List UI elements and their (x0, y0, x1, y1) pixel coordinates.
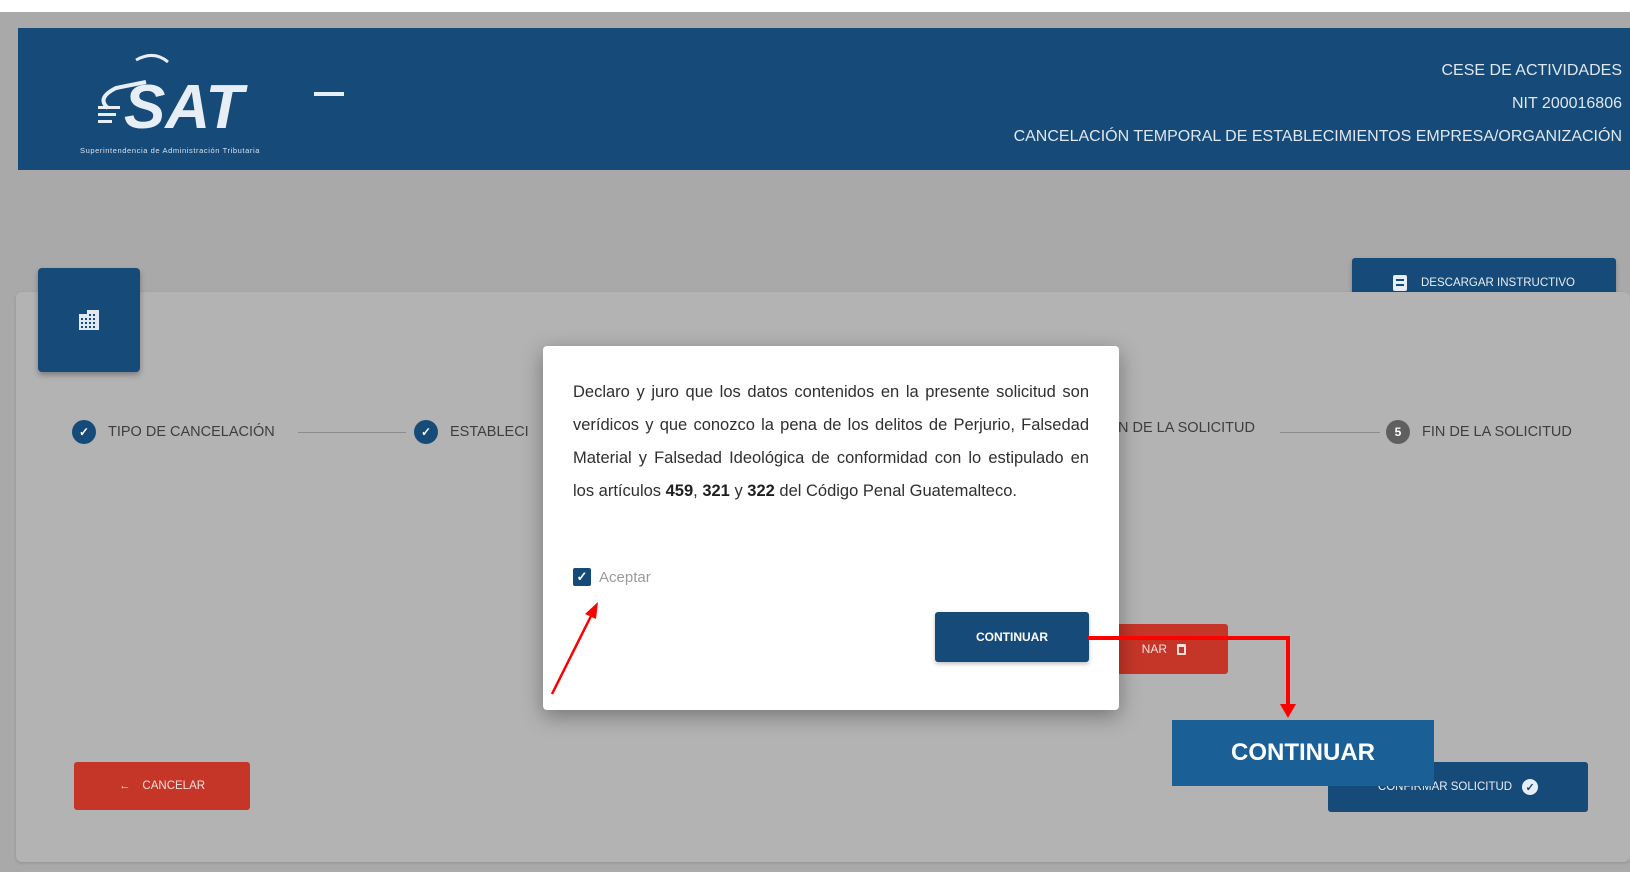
declaration-text: Declaro y juro que los datos contenidos … (573, 376, 1089, 508)
trash-icon (1177, 643, 1186, 655)
step-connector (1280, 432, 1380, 433)
step-done-check-icon: ✓ (414, 420, 438, 444)
article-number: 322 (747, 482, 775, 500)
accept-checkbox-row[interactable]: ✓ Aceptar (573, 568, 651, 586)
app-header: SAT Superintendencia de Administración T… (18, 28, 1630, 170)
step-connector (298, 432, 406, 433)
header-subtitle: CANCELACIÓN TEMPORAL DE ESTABLECIMIENTOS… (1013, 128, 1622, 145)
download-instructions-label: DESCARGAR INSTRUCTIVO (1421, 277, 1575, 289)
declaration-dialog: Declaro y juro que los datos contenidos … (543, 346, 1119, 710)
cancel-button[interactable]: ← CANCELAR (74, 762, 250, 810)
step-number-badge: 5 (1386, 420, 1410, 444)
delete-button-label: NAR (1141, 642, 1167, 656)
building-icon (79, 310, 99, 330)
step-label: ESTABLECI (450, 424, 529, 440)
continue-callout-label: CONTINUAR (1172, 720, 1434, 786)
article-number: 459 (665, 482, 694, 500)
accept-checkbox[interactable]: ✓ (573, 568, 591, 586)
header-title: CESE DE ACTIVIDADES (1441, 62, 1623, 79)
step-label: FIN DE LA SOLICITUD (1422, 424, 1572, 440)
sat-logo: SAT Superintendencia de Administración T… (76, 48, 376, 158)
article-number: 321 (702, 482, 730, 500)
logo-text: SAT (124, 73, 249, 142)
cancel-button-label: CANCELAR (142, 780, 206, 792)
continue-button[interactable]: CONTINUAR (935, 612, 1089, 662)
step-confirmacion[interactable]: N DE LA SOLICITUD (1118, 420, 1255, 436)
step-fin-solicitud[interactable]: 5 FIN DE LA SOLICITUD (1386, 420, 1572, 444)
logo-caption: Superintendencia de Administración Tribu… (80, 146, 261, 155)
top-strip (0, 0, 1630, 12)
step-establecimientos[interactable]: ✓ ESTABLECI (414, 420, 529, 444)
building-icon-box (38, 268, 140, 372)
check-circle-icon: ✓ (1522, 779, 1539, 795)
step-label: N DE LA SOLICITUD (1118, 420, 1255, 436)
step-done-check-icon: ✓ (72, 420, 96, 444)
header-nit: NIT 200016806 (1511, 95, 1622, 112)
declaration-separator: , (693, 482, 703, 500)
accept-label: Aceptar (599, 568, 651, 586)
declaration-text-part: del Código Penal Guatemalteco. (774, 482, 1017, 500)
step-label: TIPO DE CANCELACIÓN (108, 424, 275, 440)
header-info: CESE DE ACTIVIDADES NIT 200016806 CANCEL… (1014, 54, 1622, 153)
arrow-left-icon: ← (118, 780, 131, 792)
step-tipo-cancelacion[interactable]: ✓ TIPO DE CANCELACIÓN (72, 420, 275, 444)
document-icon (1393, 275, 1407, 291)
declaration-separator: y (729, 482, 748, 500)
